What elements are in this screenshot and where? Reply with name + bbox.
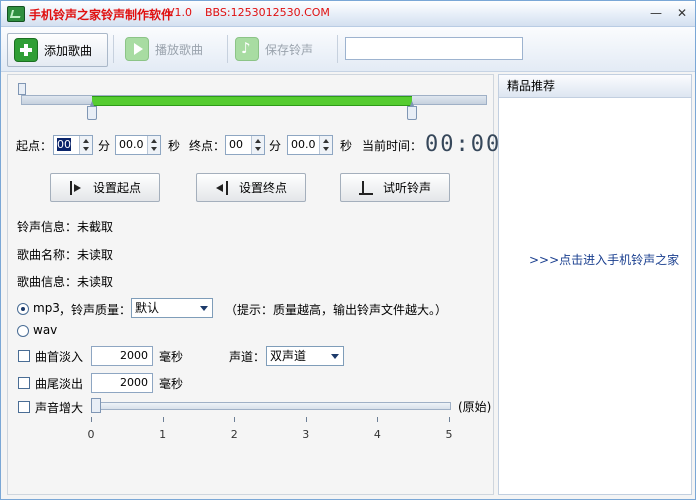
start-label: 起点：: [16, 139, 53, 153]
quality-select[interactable]: 默认: [131, 298, 213, 318]
second-unit: 秒: [340, 139, 353, 153]
minimize-button[interactable]: —: [647, 5, 665, 21]
save-ringtone-button[interactable]: 保存铃声: [229, 33, 333, 65]
app-icon: [7, 6, 25, 22]
close-button[interactable]: ✕: [673, 5, 691, 21]
title-bar: 手机铃声之家铃声制作软件 V1.0 BBS:1253012530.COM — ✕: [1, 1, 695, 27]
quality-label: ，铃声质量：: [59, 303, 132, 317]
fade-in-label: 曲首淡入: [35, 350, 84, 364]
add-song-button[interactable]: 添加歌曲: [7, 33, 108, 67]
add-song-label: 添加歌曲: [44, 43, 93, 58]
channel-label: 声道：: [229, 350, 266, 364]
fade-out-input[interactable]: 2000: [91, 373, 153, 393]
mp3-radio[interactable]: [17, 303, 29, 315]
song-name: 歌曲名称：未读取: [17, 248, 114, 262]
wav-radio[interactable]: [17, 325, 29, 337]
volume-slider[interactable]: [92, 402, 451, 410]
volume-note: (原始): [458, 400, 492, 414]
spinner-arrows-icon[interactable]: [319, 136, 332, 154]
recommend-panel: 精品推荐 >>>点击进入手机铃声之家: [498, 74, 692, 495]
preview-button[interactable]: 试听铃声: [340, 173, 450, 202]
end-second-value: 00.0: [291, 138, 316, 151]
current-time-label: 当前时间：: [362, 139, 423, 153]
volume-thumb[interactable]: [91, 398, 101, 413]
start-minute-spinner[interactable]: 00: [53, 135, 93, 155]
window-version: V1.0: [167, 6, 193, 19]
set-start-label: 设置起点: [92, 181, 141, 195]
channel-select[interactable]: 双声道: [266, 346, 344, 366]
channel-value: 双声道: [270, 349, 307, 363]
preview-label: 试听铃声: [382, 181, 431, 195]
fade-in-input[interactable]: 2000: [91, 346, 153, 366]
scale-tick: [91, 417, 92, 422]
fade-in-unit: 毫秒: [159, 350, 184, 364]
play-song-label: 播放歌曲: [155, 42, 204, 57]
fade-out-checkbox[interactable]: [18, 377, 30, 389]
start-handle[interactable]: [86, 101, 97, 120]
end-label: 终点：: [189, 139, 226, 153]
scale-tick-label: 5: [445, 428, 453, 441]
range-selection: [91, 96, 412, 106]
chevron-down-icon[interactable]: [327, 347, 343, 365]
volume-label: 声音增大: [35, 401, 84, 415]
minute-unit: 分: [98, 139, 111, 153]
scale-tick-label: 4: [373, 428, 381, 441]
scale-tick: [377, 417, 379, 422]
spinner-arrows-icon[interactable]: [147, 136, 160, 154]
fade-out-unit: 毫秒: [159, 377, 184, 391]
spinner-arrows-icon[interactable]: [251, 136, 264, 154]
window-title: 手机铃声之家铃声制作软件: [29, 8, 174, 22]
scale-tick: [449, 417, 450, 422]
set-end-button[interactable]: 设置终点: [196, 173, 306, 202]
scale-tick: [305, 417, 307, 422]
play-song-button[interactable]: 播放歌曲: [119, 33, 223, 65]
window-bbs: BBS:1253012530.COM: [205, 6, 330, 19]
start-minute-value: 00: [57, 138, 71, 151]
mp3-label: mp3: [33, 301, 60, 315]
ringtone-home-link[interactable]: >>>点击进入手机铃声之家: [529, 251, 679, 268]
set-end-label: 设置终点: [238, 181, 287, 195]
spinner-arrows-icon[interactable]: [79, 136, 92, 154]
plus-icon: [14, 38, 38, 62]
toolbar-divider: [113, 35, 114, 63]
listen-icon: [358, 180, 373, 195]
position-handle[interactable]: [18, 83, 26, 95]
fade-out-label: 曲尾淡出: [35, 377, 84, 391]
end-second-spinner[interactable]: 00.0: [287, 135, 333, 155]
recommend-header: 精品推荐: [499, 75, 691, 98]
set-end-icon: [215, 180, 229, 195]
scale-tick-label: 3: [302, 428, 310, 441]
volume-checkbox[interactable]: [18, 401, 30, 413]
second-unit: 秒: [168, 139, 181, 153]
set-start-icon: [69, 180, 83, 195]
end-minute-value: 00: [229, 138, 243, 151]
set-start-button[interactable]: 设置起点: [50, 173, 160, 202]
play-icon: [125, 37, 149, 61]
scale-tick-label: 2: [230, 428, 238, 441]
scale-tick: [234, 417, 236, 422]
chevron-down-icon[interactable]: [196, 299, 212, 317]
scale-tick-label: 0: [87, 428, 95, 441]
fade-in-checkbox[interactable]: [18, 350, 30, 362]
app-window: 手机铃声之家铃声制作软件 V1.0 BBS:1253012530.COM — ✕…: [0, 0, 696, 500]
start-second-spinner[interactable]: 00.0: [115, 135, 161, 155]
end-minute-spinner[interactable]: 00: [225, 135, 265, 155]
minute-unit: 分: [269, 139, 282, 153]
toolbar-divider: [227, 35, 228, 63]
end-handle[interactable]: [406, 101, 417, 120]
wav-label: wav: [33, 323, 58, 337]
music-note-icon: [235, 37, 259, 61]
scale-tick-label: 1: [159, 428, 167, 441]
toolbar-input[interactable]: [345, 37, 523, 60]
current-time-display: 00:00: [425, 132, 502, 157]
start-second-value: 00.0: [119, 138, 144, 151]
save-ringtone-label: 保存铃声: [265, 42, 314, 57]
song-info: 歌曲信息：未读取: [17, 275, 114, 289]
ringtone-info: 铃声信息：未截取: [17, 220, 114, 234]
toolbar: 添加歌曲 播放歌曲 保存铃声: [1, 27, 695, 72]
quality-hint: （提示：质量越高，输出铃声文件越大。）: [225, 303, 448, 317]
quality-value: 默认: [135, 301, 160, 315]
toolbar-divider: [337, 35, 338, 63]
scale-tick: [162, 417, 164, 422]
